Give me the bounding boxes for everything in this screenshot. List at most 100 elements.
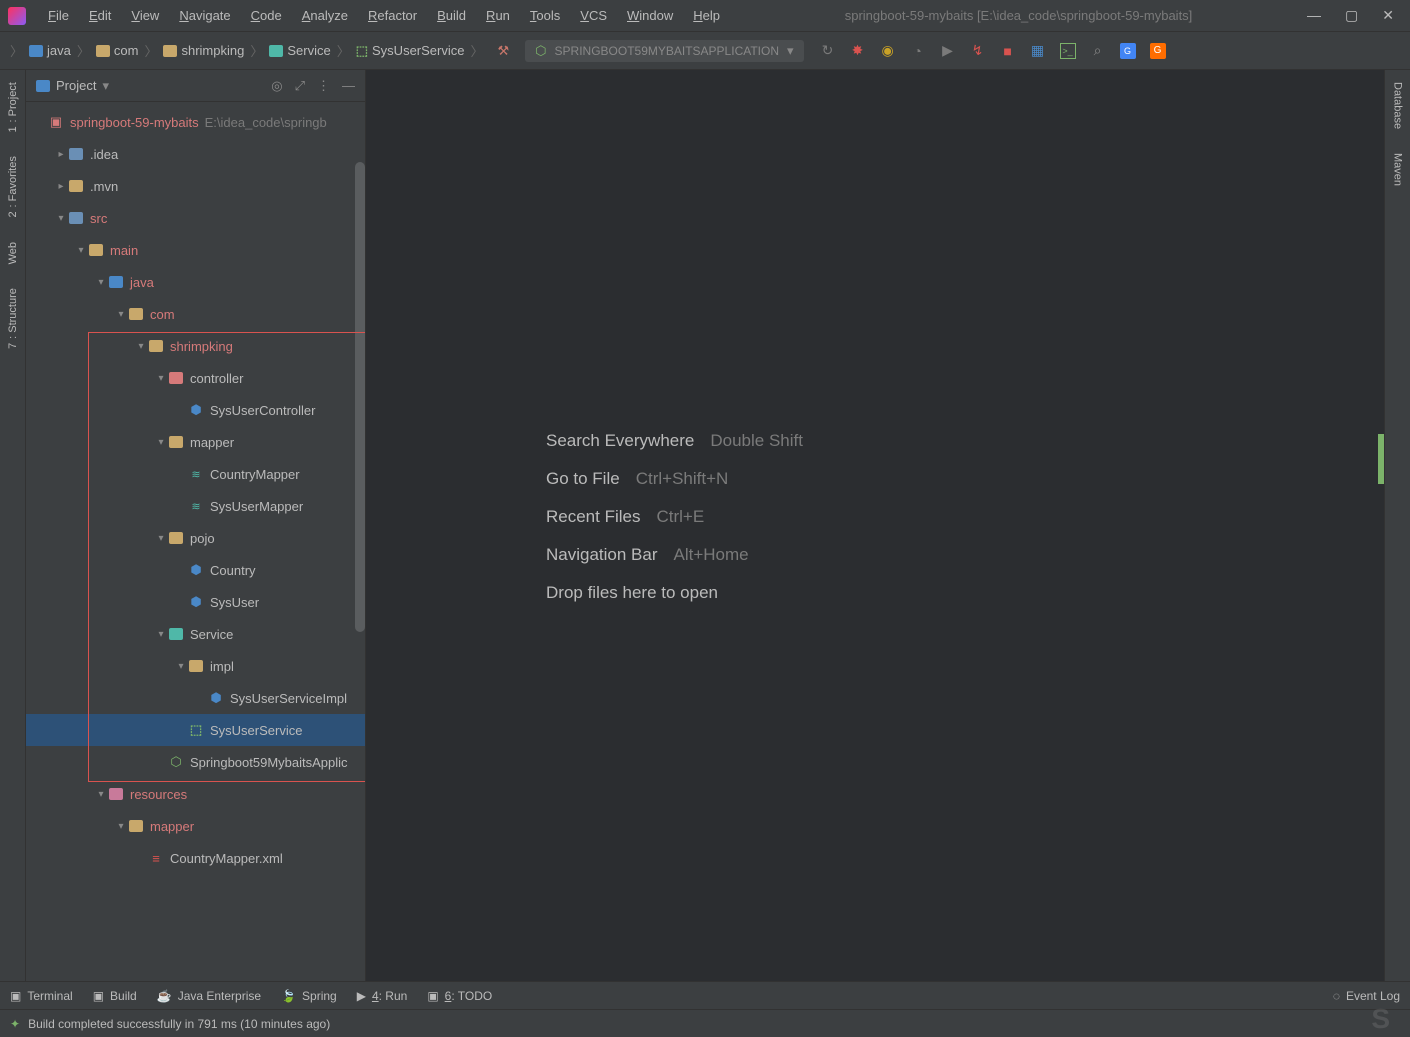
- bottom-tab-spring[interactable]: 🍃Spring: [281, 989, 337, 1003]
- run-icon[interactable]: ▶: [940, 43, 956, 59]
- tree-arrow-icon[interactable]: ▾: [114, 821, 128, 832]
- menu-file[interactable]: File: [38, 4, 79, 27]
- tree-item-impl[interactable]: ▾ impl: [26, 650, 365, 682]
- menu-help[interactable]: Help: [683, 4, 730, 27]
- bottom-tab-java-enterprise[interactable]: ☕Java Enterprise: [157, 989, 261, 1003]
- tree-item-countrymapper-xml[interactable]: ≡CountryMapper.xml: [26, 842, 365, 874]
- google-icon[interactable]: G: [1150, 43, 1166, 59]
- tree-arrow-icon[interactable]: ▸: [54, 149, 68, 160]
- breadcrumb-item[interactable]: Service: [269, 43, 330, 58]
- translate-icon[interactable]: G: [1120, 43, 1136, 59]
- gutter-tab-maven[interactable]: Maven: [1388, 141, 1408, 198]
- tree-item-resources[interactable]: ▾resources: [26, 778, 365, 810]
- menu-run[interactable]: Run: [476, 4, 520, 27]
- tree-item-com[interactable]: ▾com: [26, 298, 365, 330]
- menu-analyze[interactable]: Analyze: [292, 4, 358, 27]
- search-icon[interactable]: ⌕: [1090, 43, 1106, 59]
- attach-icon[interactable]: ↯: [970, 43, 986, 59]
- tree-arrow-icon[interactable]: ▾: [94, 277, 108, 288]
- target-icon[interactable]: ◎: [271, 78, 282, 94]
- tree-item-sysuser[interactable]: ⬢SysUser: [26, 586, 365, 618]
- tree-arrow-icon[interactable]: ▾: [154, 629, 168, 640]
- tree-item-springboot59mybaitsapplic[interactable]: ⬡Springboot59MybaitsApplic: [26, 746, 365, 778]
- stop-icon[interactable]: ■: [1000, 43, 1016, 59]
- tree-arrow-icon[interactable]: ▾: [74, 245, 88, 256]
- tree-item--mvn[interactable]: ▸.mvn: [26, 170, 365, 202]
- bottom-tab-terminal[interactable]: ▣Terminal: [10, 989, 73, 1003]
- grid-icon[interactable]: ▦: [1030, 43, 1046, 59]
- tree-item-sysusercontroller[interactable]: ⬢SysUserController: [26, 394, 365, 426]
- gutter-tab-project[interactable]: 1: Project: [3, 70, 23, 144]
- tree-arrow-icon[interactable]: ▾: [54, 213, 68, 224]
- close-button[interactable]: ✕: [1382, 7, 1394, 24]
- menu-window[interactable]: Window: [617, 4, 683, 27]
- menu-refactor[interactable]: Refactor: [358, 4, 427, 27]
- more-icon[interactable]: ⋮: [317, 78, 330, 94]
- right-tool-gutter: DatabaseMaven: [1384, 70, 1410, 981]
- breadcrumb-item[interactable]: java: [29, 43, 71, 58]
- tree-arrow-icon[interactable]: ▾: [94, 789, 108, 800]
- gutter-tab-favorites[interactable]: 2: Favorites: [3, 144, 23, 229]
- profile-icon[interactable]: ◔: [910, 43, 926, 59]
- menu-tools[interactable]: Tools: [520, 4, 570, 27]
- minimize-button[interactable]: —: [1307, 7, 1321, 24]
- tree-item-mapper[interactable]: ▾ mapper: [26, 426, 365, 458]
- menu-navigate[interactable]: Navigate: [169, 4, 240, 27]
- tree-node-label: impl: [210, 659, 234, 674]
- tree-item-src[interactable]: ▾src: [26, 202, 365, 234]
- bottom-tab----run[interactable]: ▶4: Run: [357, 989, 408, 1003]
- run-config-selector[interactable]: ⬡ SPRINGBOOT59MYBAITSAPPLICATION ▾: [525, 40, 803, 62]
- tree-item-shrimpking[interactable]: ▾shrimpking: [26, 330, 365, 362]
- event-log-button[interactable]: ◌ Event Log: [1333, 989, 1400, 1003]
- tree-item-service[interactable]: ▾Service: [26, 618, 365, 650]
- editor-area[interactable]: Search EverywhereDouble ShiftGo to FileC…: [366, 70, 1384, 981]
- tree-item-sysuserservice[interactable]: ⬚SysUserService: [26, 714, 365, 746]
- tree-arrow-icon[interactable]: ▾: [174, 661, 188, 672]
- tree-arrow-icon[interactable]: ▾: [154, 437, 168, 448]
- tree-arrow-icon[interactable]: ▸: [54, 181, 68, 192]
- tree-item-pojo[interactable]: ▾pojo: [26, 522, 365, 554]
- status-text: Build completed successfully in 791 ms (…: [28, 1017, 330, 1031]
- tree-item-countrymapper[interactable]: ≋CountryMapper: [26, 458, 365, 490]
- tree-item-java[interactable]: ▾java: [26, 266, 365, 298]
- terminal-icon[interactable]: >_: [1060, 43, 1076, 59]
- tree-item-controller[interactable]: ▾controller: [26, 362, 365, 394]
- menu-build[interactable]: Build: [427, 4, 476, 27]
- hide-icon[interactable]: —: [342, 78, 355, 94]
- maximize-button[interactable]: ▢: [1345, 7, 1358, 24]
- tree-item--idea[interactable]: ▸.idea: [26, 138, 365, 170]
- tree-node-label: mapper: [190, 435, 234, 450]
- tree-item-main[interactable]: ▾main: [26, 234, 365, 266]
- refresh-icon[interactable]: ↻: [820, 43, 836, 59]
- tree-arrow-icon[interactable]: ▾: [154, 373, 168, 384]
- tree-arrow-icon[interactable]: ▾: [154, 533, 168, 544]
- tree-item-country[interactable]: ⬢Country: [26, 554, 365, 586]
- tree-item-sysusermapper[interactable]: ≋SysUserMapper: [26, 490, 365, 522]
- tree-item-springboot-59-mybaits[interactable]: ▣springboot-59-mybaitsE:\idea_code\sprin…: [26, 106, 365, 138]
- tree-arrow-icon[interactable]: ▾: [134, 341, 148, 352]
- menu-view[interactable]: View: [121, 4, 169, 27]
- menu-edit[interactable]: Edit: [79, 4, 121, 27]
- breadcrumb-item[interactable]: shrimpking: [163, 43, 244, 58]
- gutter-tab-web[interactable]: Web: [3, 230, 23, 276]
- tree-arrow-icon[interactable]: ▾: [114, 309, 128, 320]
- coverage-icon[interactable]: ◉: [880, 43, 896, 59]
- scrollbar-thumb[interactable]: [355, 162, 365, 632]
- gutter-tab-database[interactable]: Database: [1388, 70, 1408, 141]
- menu-vcs[interactable]: VCS: [570, 4, 617, 27]
- gutter-tab-structure[interactable]: 7: Structure: [3, 276, 23, 361]
- bottom-tab-build[interactable]: ▣Build: [93, 989, 137, 1003]
- debug-icon[interactable]: ✸: [850, 43, 866, 59]
- tree-item-sysuserserviceimpl[interactable]: ⬢SysUserServiceImpl: [26, 682, 365, 714]
- project-tree[interactable]: ▣springboot-59-mybaitsE:\idea_code\sprin…: [26, 102, 365, 981]
- menu-code[interactable]: Code: [241, 4, 292, 27]
- bottom-tab----todo[interactable]: ▣6: TODO: [427, 989, 492, 1003]
- tree-item-mapper[interactable]: ▾mapper: [26, 810, 365, 842]
- breadcrumb-item[interactable]: ⬚SysUserService: [356, 43, 465, 59]
- breadcrumb-item[interactable]: com: [96, 43, 139, 58]
- hammer-icon[interactable]: ⚒: [498, 43, 510, 59]
- toolbar-icons: ↻ ✸ ◉ ◔ ▶ ↯ ■ ▦ >_ ⌕ G G: [820, 43, 1166, 59]
- app-icon: [8, 7, 26, 25]
- collapse-icon[interactable]: ⤢: [295, 78, 305, 94]
- project-panel-title[interactable]: Project ▾: [36, 78, 263, 94]
